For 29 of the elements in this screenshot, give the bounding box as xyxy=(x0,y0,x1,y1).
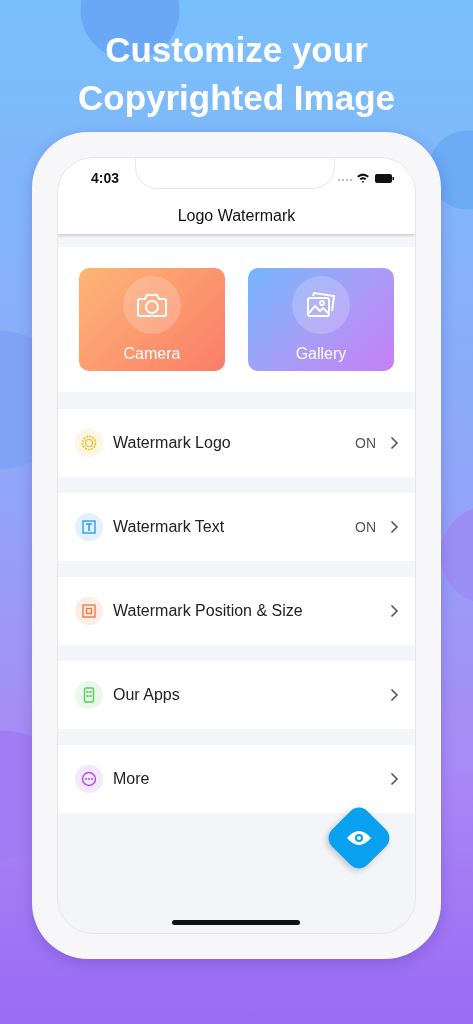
status-text: ON xyxy=(355,519,376,535)
image-icon xyxy=(306,291,336,319)
text-frame-icon xyxy=(75,513,103,541)
square-target-icon xyxy=(75,597,103,625)
menu-label: Our Apps xyxy=(113,686,181,704)
headline: Copyrighted Image xyxy=(78,77,395,119)
menu-label: Watermark Logo xyxy=(113,434,232,452)
menu-row[interactable]: More xyxy=(58,745,415,813)
screen-title: Logo Watermark xyxy=(177,206,296,225)
menu-row[interactable]: Watermark Text ON xyxy=(58,493,415,561)
more-icon xyxy=(75,765,103,793)
phone-grid-icon xyxy=(75,681,103,709)
chevron-icon xyxy=(390,520,399,534)
menu-row[interactable]: Watermark Logo ON xyxy=(58,409,415,477)
menu-label: More xyxy=(113,770,151,788)
camera-icon xyxy=(136,292,168,318)
menu-row[interactable]: Watermark Position & Size xyxy=(58,577,415,645)
headline: Customize your xyxy=(104,29,369,71)
badge-icon xyxy=(75,429,103,457)
menu-row[interactable]: Our Apps xyxy=(58,661,415,729)
chevron-icon xyxy=(390,688,399,702)
chevron-icon xyxy=(390,604,399,618)
eye-icon xyxy=(346,830,372,846)
menu-label: Watermark Text xyxy=(113,518,226,536)
chevron-icon xyxy=(390,772,399,786)
menu-label: Watermark Position & Size xyxy=(113,602,304,620)
status-text: ON xyxy=(355,435,376,451)
chevron-icon xyxy=(390,436,399,450)
status-time: 4:03 xyxy=(91,169,120,186)
